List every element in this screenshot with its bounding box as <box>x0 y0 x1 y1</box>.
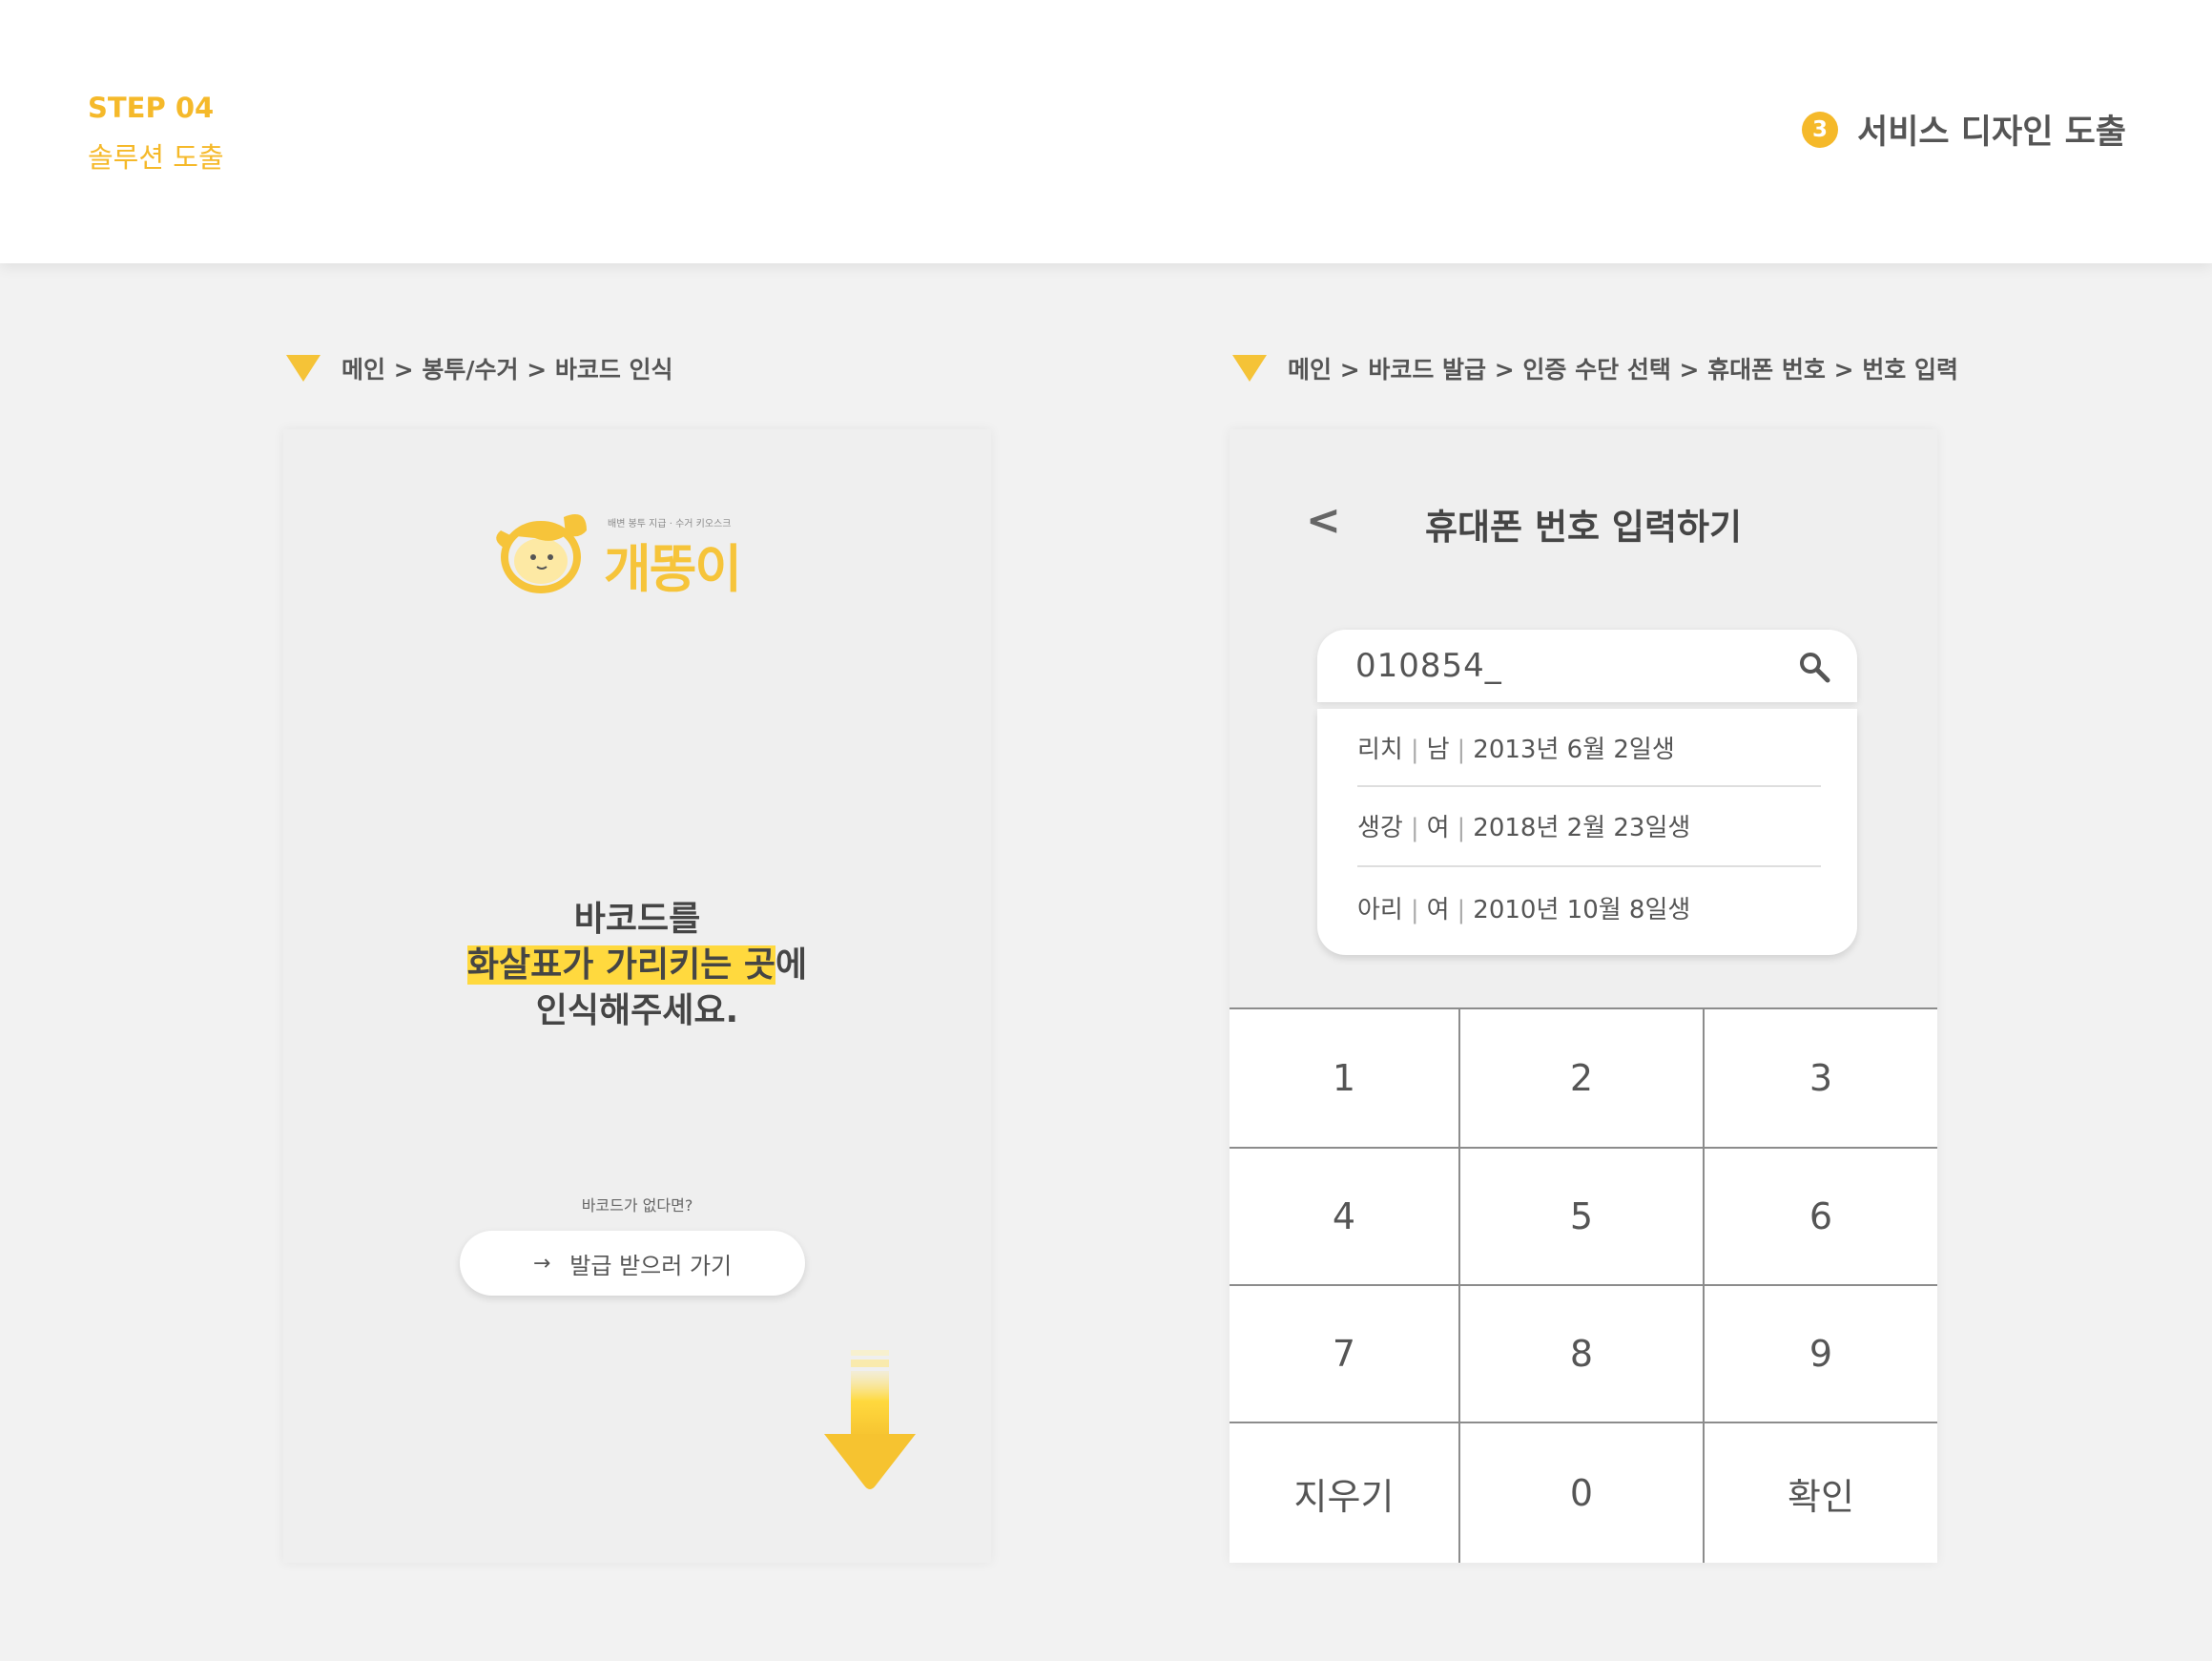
result-birth: 2018년 2월 23일생 <box>1473 814 1691 842</box>
confirm-key[interactable]: 확인 <box>1705 1423 1937 1563</box>
phone-input-screen: < 휴대폰 번호 입력하기 010854_ 리치 | 남 | 2013년 6월 2일생 … <box>1230 429 1937 1563</box>
page-title: 휴대폰 번호 입력하기 <box>1424 507 1743 548</box>
triangle-marker-icon <box>286 355 320 382</box>
triangle-marker-icon <box>1232 355 1267 382</box>
search-results-dropdown: 리치 | 남 | 2013년 6월 2일생 생강 | 여 | 2018년 2월 23일생 아리 |… <box>1317 709 1857 955</box>
key-2[interactable]: 2 <box>1460 1009 1703 1147</box>
key-6[interactable]: 6 <box>1705 1149 1937 1284</box>
down-arrow-icon <box>824 1350 916 1489</box>
section-title-text: 서비스 디자인 도출 <box>1857 114 2126 152</box>
result-item[interactable]: 리치 | 남 | 2013년 6월 2일생 <box>1317 709 1857 785</box>
scan-line-2-rest: 에 <box>775 945 808 985</box>
result-gender: 여 <box>1426 896 1450 924</box>
keypad-divider <box>1703 1009 1705 1563</box>
dog-face-icon <box>496 514 587 593</box>
keypad-divider <box>1230 1147 1937 1149</box>
issue-barcode-label: 발급 받으러 가기 <box>569 1252 733 1279</box>
scan-line-3: 인식해주세요. <box>535 991 739 1030</box>
scan-line-1: 바코드를 <box>573 900 701 939</box>
key-0[interactable]: 0 <box>1460 1423 1703 1563</box>
barcode-scan-screen: 배변 봉투 지급 · 수거 키오스크 개똥이 바코드를 화살표가 가리키는 곳에… <box>283 429 991 1563</box>
breadcrumb-left-text: 메인 > 봉투/수거 > 바코드 인식 <box>341 356 673 384</box>
logo-name: 개똥이 <box>604 539 742 599</box>
keypad-divider <box>1230 1422 1937 1423</box>
result-birth: 2010년 10월 8일생 <box>1473 896 1691 924</box>
key-5[interactable]: 5 <box>1460 1149 1703 1284</box>
result-birth: 2013년 6월 2일생 <box>1473 736 1675 764</box>
result-name: 생강 <box>1357 814 1403 842</box>
breadcrumb-left: 메인 > 봉투/수거 > 바코드 인식 <box>286 351 673 385</box>
search-value: 010854_ <box>1355 647 1502 685</box>
key-3[interactable]: 3 <box>1705 1009 1937 1147</box>
result-gender: 여 <box>1426 814 1450 842</box>
phone-search-input[interactable]: 010854_ <box>1317 630 1857 702</box>
step-subtitle: 솔루션 도출 <box>88 141 224 174</box>
search-icon[interactable] <box>1798 651 1830 683</box>
section-number-badge: 3 <box>1802 111 1839 148</box>
step-label: STEP 04 <box>88 92 215 124</box>
breadcrumb-right: 메인 > 바코드 발급 > 인증 수단 선택 > 휴대폰 번호 > 번호 입력 <box>1232 351 1958 385</box>
scan-line-2: 화살표가 가리키는 곳에 <box>283 943 991 988</box>
logo: 배변 봉투 지급 · 수거 키오스크 개똥이 <box>487 508 755 599</box>
result-item[interactable]: 생강 | 여 | 2018년 2월 23일생 <box>1317 787 1857 863</box>
key-4[interactable]: 4 <box>1230 1149 1458 1284</box>
key-7[interactable]: 7 <box>1230 1286 1458 1422</box>
key-9[interactable]: 9 <box>1705 1286 1937 1422</box>
breadcrumb-right-text: 메인 > 바코드 발급 > 인증 수단 선택 > 휴대폰 번호 > 번호 입력 <box>1288 356 1958 384</box>
result-gender: 남 <box>1426 736 1450 764</box>
result-item[interactable]: 아리 | 여 | 2010년 10월 8일생 <box>1317 869 1857 945</box>
keypad-divider <box>1458 1009 1460 1563</box>
divider <box>1357 865 1821 867</box>
number-keypad: 1 2 3 4 5 6 7 8 9 지우기 0 확인 <box>1230 1007 1937 1563</box>
key-1[interactable]: 1 <box>1230 1009 1458 1147</box>
scan-highlight: 화살표가 가리키는 곳 <box>466 945 776 985</box>
result-name: 아리 <box>1357 896 1403 924</box>
key-8[interactable]: 8 <box>1460 1286 1703 1422</box>
section-title: 3 서비스 디자인 도출 <box>1802 105 2126 154</box>
keypad-divider <box>1230 1284 1937 1286</box>
delete-key[interactable]: 지우기 <box>1230 1423 1458 1563</box>
no-barcode-text: 바코드가 없다면? <box>581 1196 693 1215</box>
result-name: 리치 <box>1357 736 1403 764</box>
scan-instruction: 바코드를 화살표가 가리키는 곳에 인식해주세요. <box>283 897 991 1034</box>
arrow-right-icon: → <box>532 1251 551 1276</box>
header: STEP 04 솔루션 도출 3 서비스 디자인 도출 <box>0 0 2212 263</box>
issue-barcode-button[interactable]: → 발급 받으러 가기 <box>460 1231 805 1296</box>
